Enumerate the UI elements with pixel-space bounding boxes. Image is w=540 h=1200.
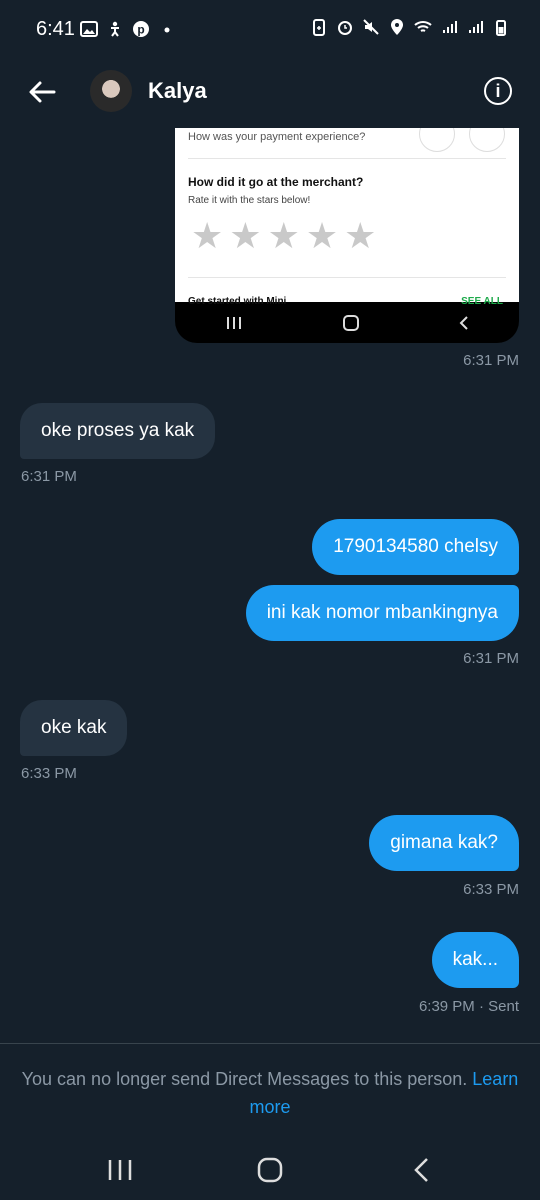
- contact-name[interactable]: Kalya: [148, 78, 207, 104]
- reaction-circles: [419, 128, 505, 152]
- back-arrow-icon[interactable]: [26, 76, 58, 108]
- attachment-subtitle: Rate it with the stars below!: [188, 195, 311, 206]
- status-bar: 6:41 p: [0, 0, 540, 62]
- wifi-icon: [414, 21, 432, 32]
- conversation-header: Kalya i: [0, 62, 540, 124]
- attachment-navbar: [175, 302, 519, 343]
- sent-message[interactable]: kak...: [431, 932, 519, 988]
- star-icon: ★: [305, 215, 339, 256]
- sent-message[interactable]: gimana kak?: [369, 815, 519, 871]
- info-icon[interactable]: i: [484, 77, 512, 105]
- recents-button[interactable]: [100, 1154, 140, 1186]
- back-button[interactable]: [402, 1154, 442, 1186]
- mute-icon: [363, 19, 379, 35]
- sent-message[interactable]: ini kak nomor mbankingnya: [245, 585, 519, 641]
- recents-icon: [227, 316, 241, 329]
- star-icon: ★: [229, 215, 262, 256]
- alarm-icon: [338, 21, 352, 35]
- back-icon: [459, 315, 468, 330]
- timestamp: 6:33 PM: [21, 765, 77, 782]
- attachment-divider: [188, 158, 506, 159]
- battery-saver-icon: [313, 19, 325, 36]
- battery-icon: [496, 20, 506, 36]
- divider: [0, 1043, 540, 1044]
- image-attachment[interactable]: How was your payment experience? How did…: [175, 128, 519, 343]
- pinterest-icon: p: [133, 21, 149, 37]
- attachment-content: How was your payment experience? How did…: [175, 128, 519, 307]
- timestamp: 6:31 PM: [463, 352, 519, 369]
- received-message[interactable]: oke proses ya kak: [20, 403, 216, 459]
- star-icon: ★: [344, 215, 377, 256]
- dm-disabled-notice: You can no longer send Direct Messages t…: [18, 1065, 522, 1121]
- timestamp: 6:31 PM: [463, 650, 519, 667]
- system-navbar: [0, 1140, 540, 1200]
- gallery-icon: [80, 21, 98, 37]
- status-time: 6:41: [36, 18, 75, 40]
- attachment-divider-2: [188, 277, 506, 278]
- timestamp: 6:31 PM: [21, 468, 77, 485]
- sent-message[interactable]: 1790134580 chelsy: [312, 519, 519, 575]
- attachment-question: How did it go at the merchant?: [188, 175, 364, 189]
- timestamp-sent: 6:39 PM · Sent: [418, 998, 519, 1015]
- star-rating: ★ ★ ★ ★ ★: [191, 218, 376, 254]
- dot-icon: [164, 27, 170, 33]
- timestamp: 6:33 PM: [463, 881, 519, 898]
- avatar[interactable]: [90, 70, 132, 112]
- home-button[interactable]: [250, 1154, 290, 1186]
- attachment-line1: How was your payment experience?: [188, 131, 366, 143]
- accessibility-icon: [111, 21, 119, 37]
- home-icon: [343, 314, 359, 331]
- notice-text: You can no longer send Direct Messages t…: [21, 1069, 468, 1089]
- location-icon: [391, 19, 403, 35]
- signal-icon-2: [469, 21, 483, 33]
- received-message[interactable]: oke kak: [20, 700, 128, 756]
- svg-text:p: p: [137, 23, 144, 37]
- signal-icon: [443, 21, 457, 33]
- star-icon: ★: [191, 215, 224, 256]
- star-icon: ★: [267, 215, 300, 256]
